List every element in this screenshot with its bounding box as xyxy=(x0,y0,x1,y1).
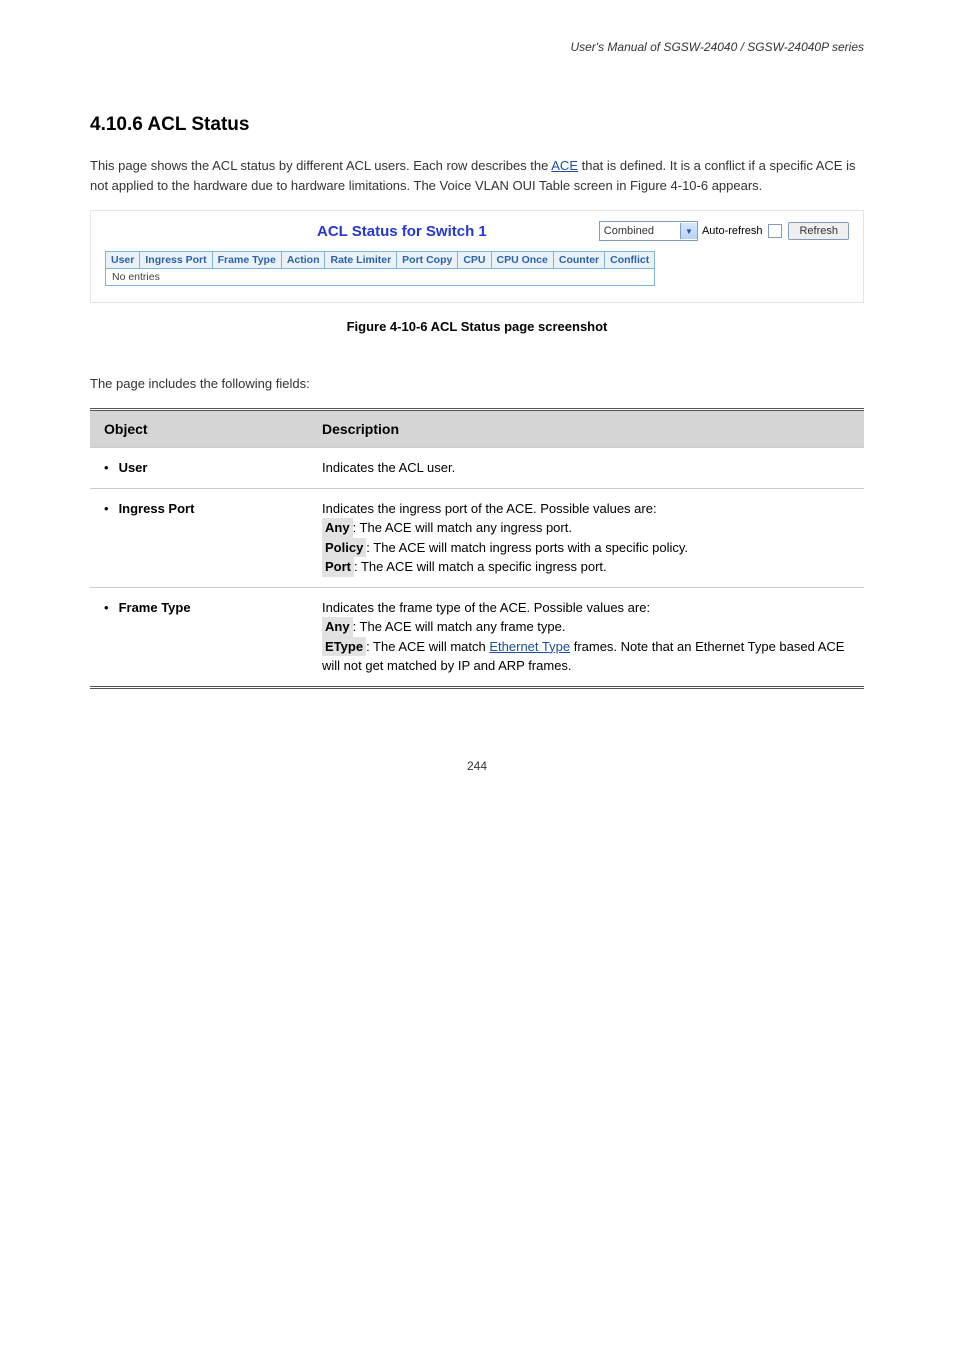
section-heading: 4.10.6 ACL Status xyxy=(90,114,864,136)
col-rate-limiter: Rate Limiter xyxy=(325,252,397,269)
bullet-icon: • xyxy=(104,460,109,475)
desc-header-row: Object Description xyxy=(90,410,864,448)
ethernet-type-link[interactable]: Ethernet Type xyxy=(489,639,570,654)
desc-row-user: • User Indicates the ACL user. xyxy=(90,448,864,489)
col-conflict: Conflict xyxy=(605,252,655,269)
figure-caption: Figure 4-10-6 ACL Status page screenshot xyxy=(90,319,864,334)
frame-any-desc: : The ACE will match any frame type. xyxy=(353,619,566,634)
dropdown-value: Combined xyxy=(600,222,680,240)
col-action: Action xyxy=(281,252,325,269)
table-row-empty: No entries xyxy=(106,269,655,286)
figure-container: ACL Status for Switch 1 Combined ▼ Auto-… xyxy=(90,210,864,303)
desc-row-ingress: • Ingress Port Indicates the ingress port… xyxy=(90,488,864,587)
col-cpu: CPU xyxy=(458,252,491,269)
ingress-port-desc: : The ACE will match a specific ingress … xyxy=(354,559,607,574)
table-intro: The page includes the following fields: xyxy=(90,374,864,394)
bullet-icon: • xyxy=(104,600,109,615)
ingress-intro: Indicates the ingress port of the ACE. P… xyxy=(322,501,657,516)
refresh-button[interactable]: Refresh xyxy=(788,222,849,240)
kw-policy: Policy xyxy=(322,538,366,558)
frame-intro: Indicates the frame type of the ACE. Pos… xyxy=(322,600,650,615)
ace-link[interactable]: ACE xyxy=(551,158,578,173)
desc-frame: Indicates the frame type of the ACE. Pos… xyxy=(308,587,864,687)
obj-frame: Frame Type xyxy=(119,600,191,615)
description-table: Object Description • User Indicates the A… xyxy=(90,408,864,689)
desc-header-description: Description xyxy=(308,410,864,448)
desc-ingress: Indicates the ingress port of the ACE. P… xyxy=(308,488,864,587)
doc-header: User's Manual of SGSW-24040 / SGSW-24040… xyxy=(90,40,864,54)
frame-etype-desc-a: : The ACE will match xyxy=(366,639,489,654)
col-counter: Counter xyxy=(553,252,604,269)
desc-header-object: Object xyxy=(90,410,308,448)
kw-port: Port xyxy=(322,557,354,577)
ingress-any-desc: : The ACE will match any ingress port. xyxy=(353,520,572,535)
desc-row-frame: • Frame Type Indicates the frame type of … xyxy=(90,587,864,687)
table-header-row: User Ingress Port Frame Type Action Rate… xyxy=(106,252,655,269)
intro-text-1: This page shows the ACL status by differ… xyxy=(90,158,551,173)
bullet-icon: • xyxy=(104,501,109,516)
figure-title: ACL Status for Switch 1 xyxy=(105,223,599,240)
auto-refresh-checkbox[interactable] xyxy=(768,224,782,238)
page-number: 244 xyxy=(90,759,864,773)
col-frame-type: Frame Type xyxy=(212,252,281,269)
acl-status-table: User Ingress Port Frame Type Action Rate… xyxy=(105,251,655,286)
col-port-copy: Port Copy xyxy=(397,252,458,269)
col-user: User xyxy=(106,252,140,269)
kw-frame-any: Any xyxy=(322,617,353,637)
auto-refresh-label: Auto-refresh xyxy=(702,225,763,237)
user-filter-dropdown[interactable]: Combined ▼ xyxy=(599,221,698,241)
kw-any: Any xyxy=(322,518,353,538)
obj-user: User xyxy=(119,460,148,475)
intro-paragraph: This page shows the ACL status by differ… xyxy=(90,156,864,196)
desc-user: Indicates the ACL user. xyxy=(308,448,864,489)
chevron-down-icon: ▼ xyxy=(680,223,697,239)
col-ingress-port: Ingress Port xyxy=(140,252,212,269)
ingress-policy-desc: : The ACE will match ingress ports with … xyxy=(366,540,688,555)
col-cpu-once: CPU Once xyxy=(491,252,553,269)
obj-ingress: Ingress Port xyxy=(119,501,195,516)
kw-etype: EType xyxy=(322,637,366,657)
no-entries-cell: No entries xyxy=(106,269,655,286)
